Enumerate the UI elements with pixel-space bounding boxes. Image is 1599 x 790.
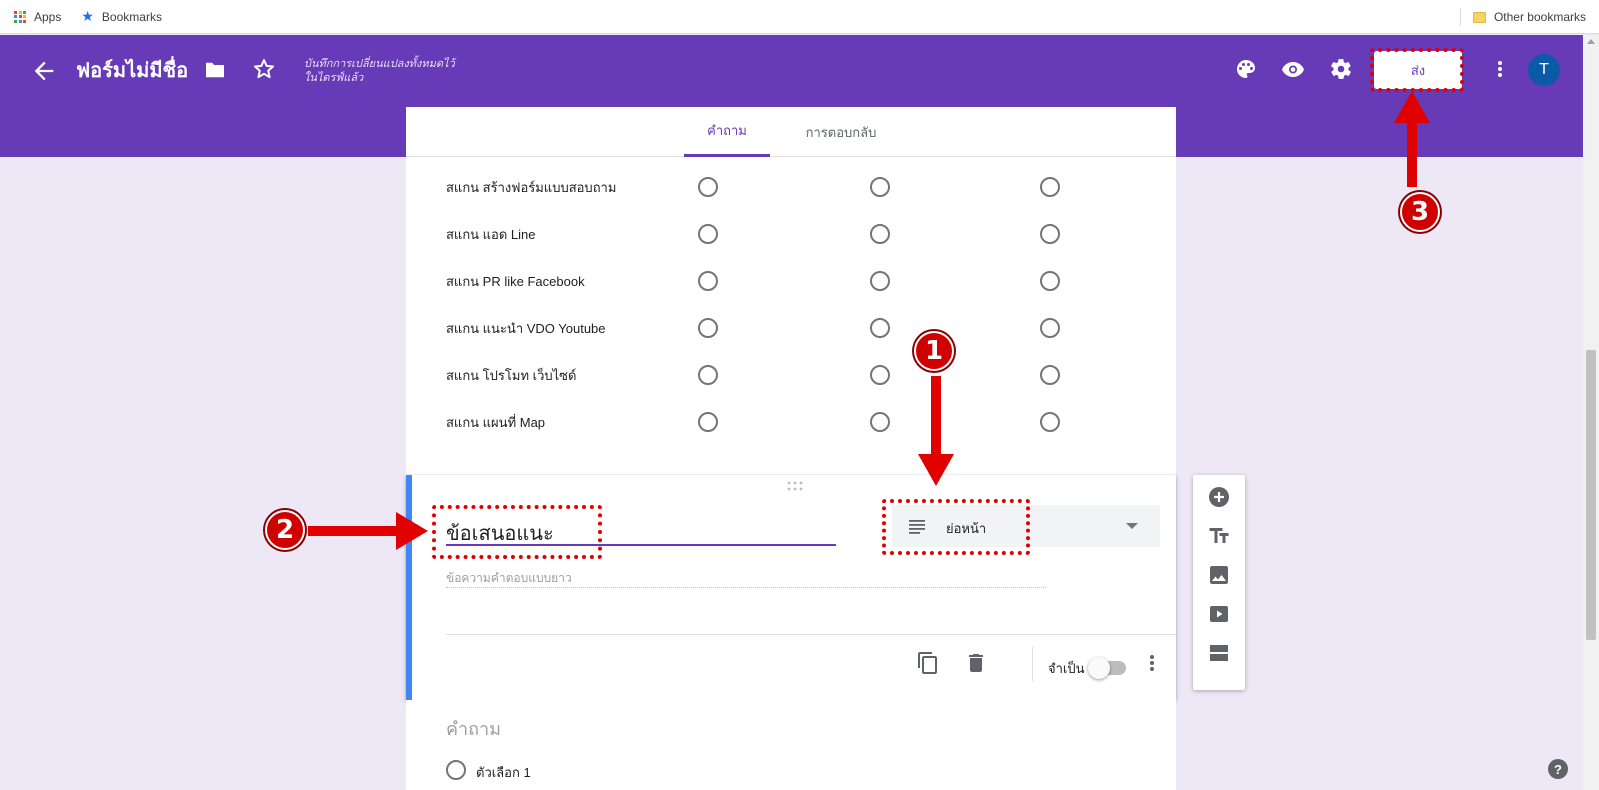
- star-outline-icon[interactable]: [252, 57, 276, 81]
- more-vert-icon[interactable]: [1140, 651, 1164, 675]
- type-highlight-box: [882, 499, 1030, 555]
- tabs-bar: คำถาม การตอบกลับ: [406, 107, 1176, 157]
- send-highlight-box: [1370, 48, 1464, 92]
- annotation-badge-3: 3: [1400, 192, 1440, 232]
- help-button[interactable]: ?: [1548, 759, 1568, 779]
- save-status-line-1: บันทึกการเปลี่ยนแปลงทั้งหมดไว้: [304, 58, 455, 70]
- grid-radio[interactable]: [698, 271, 718, 291]
- grid-radio[interactable]: [698, 224, 718, 244]
- folder-icon: [1472, 11, 1486, 23]
- settings-gear-icon[interactable]: [1329, 57, 1353, 81]
- apps-bookmark[interactable]: Apps: [14, 10, 61, 24]
- long-answer-hint: ข้อความคำตอบแบบยาว: [446, 571, 572, 585]
- add-title-text-icon[interactable]: [1207, 524, 1231, 548]
- grid-radio[interactable]: [1040, 224, 1060, 244]
- grid-radio[interactable]: [870, 412, 890, 432]
- grid-radio[interactable]: [870, 177, 890, 197]
- add-image-icon[interactable]: [1207, 563, 1231, 587]
- required-label: จำเป็น: [1048, 661, 1085, 676]
- divider: [1459, 8, 1461, 26]
- grid-radio[interactable]: [1040, 318, 1060, 338]
- star-icon: ★: [81, 8, 94, 24]
- required-toggle-knob[interactable]: [1088, 657, 1110, 679]
- annotation-arrow-right-icon: [308, 512, 428, 550]
- drag-handle-icon[interactable]: [786, 481, 804, 491]
- bookmarks-bookmark[interactable]: ★ Bookmarks: [81, 8, 162, 25]
- grid-row-label: สแกน โปรโมท เว็บไซด์: [446, 367, 577, 383]
- bookmarks-label: Bookmarks: [101, 9, 162, 24]
- more-vert-icon[interactable]: [1488, 57, 1512, 81]
- duplicate-icon[interactable]: [916, 651, 940, 675]
- palette-icon[interactable]: [1234, 57, 1258, 81]
- scroll-thumb[interactable]: [1586, 350, 1596, 640]
- other-bookmarks-label: Other bookmarks: [1493, 10, 1586, 24]
- back-arrow-icon[interactable]: [30, 57, 58, 85]
- next-question-card[interactable]: คำถาม ตัวเลือก 1: [406, 700, 1176, 790]
- grid-radio[interactable]: [1040, 412, 1060, 432]
- grid-radio[interactable]: [870, 271, 890, 291]
- save-status: บันทึกการเปลี่ยนแปลงทั้งหมดไว้ ในไดรฟ์แล…: [304, 57, 484, 85]
- grid-row-label: สแกน แผนที่ Map: [446, 414, 546, 430]
- apps-label: Apps: [34, 9, 62, 24]
- save-status-line-2: ในไดรฟ์แล้ว: [304, 72, 364, 84]
- option-label[interactable]: ตัวเลือก 1: [476, 762, 531, 783]
- option-radio: [446, 760, 466, 780]
- grid-row-label: สแกน สร้างฟอร์มแบบสอบถาม: [446, 179, 617, 195]
- other-bookmarks[interactable]: Other bookmarks: [1459, 0, 1586, 34]
- grid-radio[interactable]: [1040, 271, 1060, 291]
- annotation-arrow-down-icon: [918, 376, 954, 486]
- card-footer-divider: [446, 634, 1176, 635]
- grid-question-card: สแกน สร้างฟอร์มแบบสอบถาม สแกน แอด Line ส…: [406, 157, 1176, 475]
- grid-row-label: สแกน PR like Facebook: [446, 273, 585, 289]
- tab-responses[interactable]: การตอบกลับ: [786, 107, 896, 157]
- grid-radio[interactable]: [870, 318, 890, 338]
- delete-trash-icon[interactable]: [964, 651, 988, 675]
- grid-radio[interactable]: [870, 365, 890, 385]
- grid-radio[interactable]: [698, 318, 718, 338]
- grid-radio[interactable]: [1040, 177, 1060, 197]
- annotation-badge-2: 2: [265, 510, 305, 550]
- preview-eye-icon[interactable]: [1281, 57, 1305, 81]
- dropdown-caret-icon: [1126, 523, 1138, 529]
- answer-dotted-line: [446, 587, 1046, 588]
- grid-radio[interactable]: [698, 412, 718, 432]
- form-title[interactable]: ฟอร์มไม่มีชื่อ: [76, 57, 188, 85]
- side-toolbar: [1193, 475, 1245, 690]
- footer-separator: [1032, 647, 1033, 681]
- folder-icon[interactable]: [204, 61, 226, 79]
- scrollbar[interactable]: [1583, 35, 1599, 790]
- grid-radio[interactable]: [1040, 365, 1060, 385]
- grid-radio[interactable]: [698, 177, 718, 197]
- scroll-up-arrow-icon[interactable]: [1587, 39, 1595, 44]
- annotation-arrow-up-icon: [1394, 91, 1430, 187]
- add-video-icon[interactable]: [1207, 602, 1231, 626]
- add-section-icon[interactable]: [1207, 641, 1231, 665]
- annotation-badge-1: 1: [914, 331, 954, 371]
- grid-row-label: สแกน แอด Line: [446, 226, 536, 242]
- add-question-icon[interactable]: [1207, 485, 1231, 509]
- bookmarks-bar: Apps ★ Bookmarks Other bookmarks: [0, 0, 1599, 34]
- grid-row-label: สแกน แนะนำ VDO Youtube: [446, 320, 606, 336]
- tab-questions[interactable]: คำถาม: [684, 107, 770, 157]
- grid-radio[interactable]: [870, 224, 890, 244]
- active-question-card[interactable]: ข้อเสนอแนะ ย่อหน้า ข้อความคำตอบแบบยาว จำ…: [406, 475, 1176, 700]
- avatar[interactable]: T: [1528, 54, 1560, 86]
- apps-grid-icon: [14, 10, 26, 23]
- title-highlight-box: [432, 505, 602, 559]
- grid-radio[interactable]: [698, 365, 718, 385]
- question-placeholder[interactable]: คำถาม: [446, 714, 501, 743]
